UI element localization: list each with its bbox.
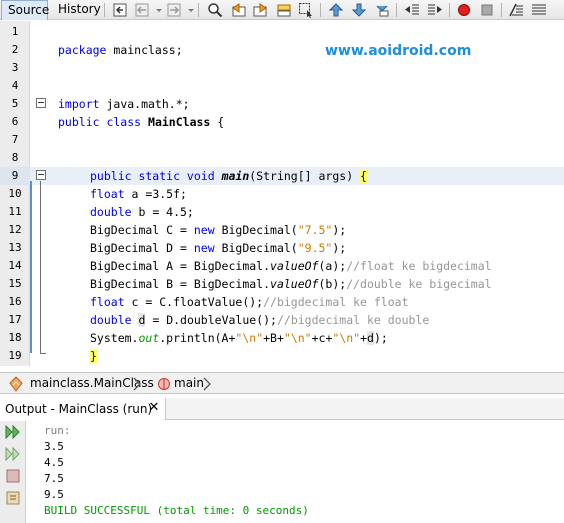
line-number: 13 xyxy=(8,241,22,254)
line-number: 12 xyxy=(8,223,22,236)
output-console[interactable]: run: 3.5 4.5 7.5 9.5 BUILD SUCCESSFUL (t… xyxy=(27,421,564,523)
code-line-16: float c = C.floatValue();//bigdecimal ke… xyxy=(90,295,409,309)
tab-source[interactable]: Source xyxy=(1,0,49,20)
editor-row: 10 xyxy=(0,185,564,203)
line-number: 16 xyxy=(8,295,22,308)
line-number: 14 xyxy=(8,259,22,272)
output-tab[interactable]: Output - MainClass (run) ✕ xyxy=(0,398,166,420)
toggle-highlight-icon[interactable] xyxy=(276,2,292,18)
console-line: 3.5 xyxy=(44,440,64,453)
editor-row: 19 xyxy=(0,347,564,365)
next-bookmark-icon[interactable] xyxy=(351,2,367,18)
code-line-5: import java.math.*; xyxy=(58,97,190,111)
tab-history[interactable]: History xyxy=(52,0,101,20)
stop-icon[interactable] xyxy=(4,467,22,485)
console-line: 4.5 xyxy=(44,456,64,469)
code-line-6: public class MainClass { xyxy=(58,115,225,129)
chevron-right-icon xyxy=(131,376,143,392)
editor-row: 7 xyxy=(0,131,564,149)
editor-row: 11 xyxy=(0,203,564,221)
line-number: 11 xyxy=(8,205,22,218)
select-icon[interactable] xyxy=(298,2,314,18)
toolbar-separator xyxy=(320,3,321,17)
line-number: 6 xyxy=(11,115,19,128)
toolbar-separator xyxy=(501,3,502,17)
console-line: 7.5 xyxy=(44,472,64,485)
shift-left-icon[interactable] xyxy=(404,2,420,18)
line-number: 1 xyxy=(11,25,19,38)
find-icon[interactable] xyxy=(207,2,223,18)
prev-bookmark-icon[interactable] xyxy=(328,2,344,18)
editor-row: 4 xyxy=(0,77,564,95)
breadcrumb-method[interactable]: main xyxy=(174,373,204,393)
code-editor[interactable]: 1 2 3 4 5 6 7 8 9 10 11 12 13 14 15 16 17 18 19 package ma… xyxy=(0,21,564,366)
chevron-right-icon xyxy=(201,376,213,392)
forward-icon[interactable] xyxy=(166,2,182,18)
fold-guide xyxy=(40,181,41,353)
rerun-icon[interactable] xyxy=(4,423,22,441)
line-number: 5 xyxy=(11,97,19,110)
code-line-13: BigDecimal D = new BigDecimal("9.5"); xyxy=(90,241,347,255)
editor-row: 8 xyxy=(0,149,564,167)
code-line-19: } xyxy=(90,349,97,363)
toolbar-separator xyxy=(449,3,450,17)
output-tab-title: Output - MainClass (run) xyxy=(5,402,153,416)
line-number: 8 xyxy=(11,151,19,164)
change-marker xyxy=(30,181,32,353)
method-icon xyxy=(156,376,172,392)
line-number: 17 xyxy=(8,313,22,326)
watermark: www.aoidroid.com xyxy=(325,43,472,59)
code-line-2: package mainclass; xyxy=(58,43,183,57)
toolbar-separator xyxy=(198,3,199,17)
settings-icon[interactable] xyxy=(4,489,22,507)
toggle-bookmark-icon[interactable] xyxy=(374,2,390,18)
line-number: 7 xyxy=(11,133,19,146)
code-line-17: double d = D.doubleValue();//bigdecimal … xyxy=(90,313,430,327)
back-dropdown-icon[interactable] xyxy=(151,2,162,18)
line-number: 15 xyxy=(8,277,22,290)
console-line-build-status: BUILD SUCCESSFUL (total time: 0 seconds) xyxy=(44,504,309,517)
line-number: 4 xyxy=(11,79,19,92)
code-line-18: System.out.println(A+"\n"+B+"\n"+c+"\n"+… xyxy=(90,331,388,345)
code-line-12: BigDecimal C = new BigDecimal("7.5"); xyxy=(90,223,347,237)
rerun-with-params-icon[interactable] xyxy=(4,445,22,463)
shift-right-icon[interactable] xyxy=(427,2,443,18)
uncomment-icon[interactable] xyxy=(531,2,547,18)
output-side-toolbar xyxy=(0,421,26,523)
fold-end xyxy=(40,353,46,354)
forward-dropdown-icon[interactable] xyxy=(183,2,194,18)
toolbar-separator xyxy=(104,3,105,17)
line-number: 2 xyxy=(11,43,19,56)
fold-toggle-imports[interactable] xyxy=(36,98,46,108)
last-edit-icon[interactable] xyxy=(112,2,128,18)
line-number: 19 xyxy=(8,349,22,362)
class-icon xyxy=(8,376,24,392)
line-number: 9 xyxy=(0,167,30,185)
console-line: run: xyxy=(44,424,71,437)
toolbar-separator xyxy=(396,3,397,17)
editor-row: 3 xyxy=(0,59,564,77)
editor-row: 1 xyxy=(0,23,564,41)
code-line-14: BigDecimal A = BigDecimal.valueOf(a);//f… xyxy=(90,259,492,273)
code-line-11: double b = 4.5; xyxy=(90,205,194,219)
code-line-10: float a =3.5f; xyxy=(90,187,187,201)
fold-toggle-main[interactable] xyxy=(36,170,46,180)
line-number: 18 xyxy=(8,331,22,344)
line-number: 10 xyxy=(8,187,22,200)
back-icon[interactable] xyxy=(134,2,150,18)
editor-toolbar: Source History xyxy=(0,0,564,20)
start-macro-icon[interactable] xyxy=(456,2,472,18)
find-next-icon[interactable] xyxy=(253,2,269,18)
line-number: 3 xyxy=(11,61,19,74)
find-previous-icon[interactable] xyxy=(230,2,246,18)
stop-macro-icon[interactable] xyxy=(479,2,495,18)
code-line-9: public static void main(String[] args) { xyxy=(90,169,367,183)
comment-icon[interactable] xyxy=(508,2,524,18)
console-line: 9.5 xyxy=(44,488,64,501)
breadcrumb: mainclass.MainClass main xyxy=(0,372,564,394)
code-line-15: BigDecimal B = BigDecimal.valueOf(b);//d… xyxy=(90,277,492,291)
output-panel-header: Output - MainClass (run) ✕ xyxy=(0,398,564,420)
close-icon[interactable]: ✕ xyxy=(147,401,161,415)
